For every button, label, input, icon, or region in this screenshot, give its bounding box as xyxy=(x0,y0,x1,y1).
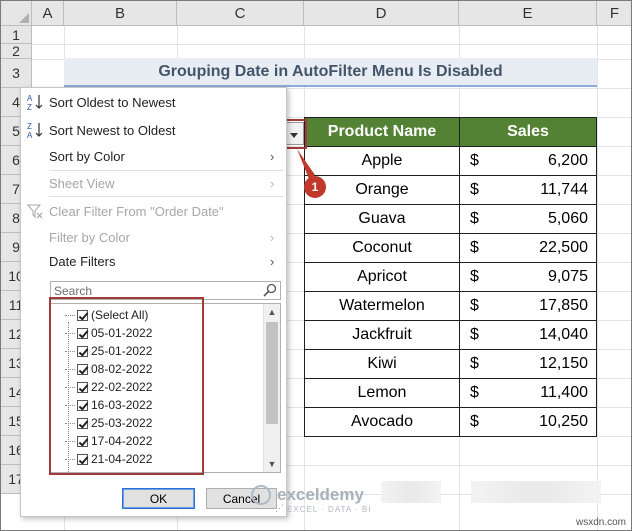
sales-cell[interactable]: $5,060 xyxy=(459,204,597,234)
menu-clear-filter: Clear Filter From "Order Date" xyxy=(21,199,286,223)
column-header-a[interactable]: A xyxy=(32,1,64,26)
scroll-up-icon[interactable]: ▲ xyxy=(264,304,280,320)
currency-symbol: $ xyxy=(470,413,479,430)
row-header[interactable]: 1 xyxy=(1,26,32,44)
menu-filter-by-color: Filter by Color › xyxy=(21,225,286,249)
sales-value: 9,075 xyxy=(547,268,588,285)
search-icon xyxy=(263,283,277,297)
chevron-right-icon: › xyxy=(270,229,275,245)
sales-cell[interactable]: $10,250 xyxy=(459,407,597,437)
sales-cell[interactable]: $22,500 xyxy=(459,233,597,263)
menu-sheet-view-label: Sheet View xyxy=(49,175,115,191)
search-placeholder: Search xyxy=(54,283,93,298)
chevron-right-icon: › xyxy=(270,148,275,164)
product-cell[interactable]: Coconut xyxy=(304,233,460,263)
currency-symbol: $ xyxy=(470,384,479,401)
sales-cell[interactable]: $12,150 xyxy=(459,349,597,379)
svg-text:Z: Z xyxy=(27,122,32,131)
product-cell[interactable]: Lemon xyxy=(304,378,460,408)
site-credit: wsxdn.com xyxy=(576,517,627,528)
sales-value: 17,850 xyxy=(539,297,588,314)
menu-clear-filter-label: Clear Filter From "Order Date" xyxy=(49,203,224,219)
menu-date-filters[interactable]: Date Filters › xyxy=(21,249,286,273)
watermark-name: exceldemy xyxy=(277,485,364,504)
product-cell[interactable]: Guava xyxy=(304,204,460,234)
currency-symbol: $ xyxy=(470,210,479,227)
product-cell[interactable]: Avocado xyxy=(304,407,460,437)
svg-text:A: A xyxy=(27,131,33,139)
currency-symbol: $ xyxy=(470,355,479,372)
sales-cell[interactable]: $17,850 xyxy=(459,291,597,321)
svg-text:Z: Z xyxy=(27,103,32,111)
sales-value: 14,040 xyxy=(539,326,588,343)
header-sales[interactable]: Sales xyxy=(459,117,597,147)
sales-cell[interactable]: $14,040 xyxy=(459,320,597,350)
currency-symbol: $ xyxy=(470,326,479,343)
ok-button[interactable]: OK xyxy=(122,488,195,509)
currency-symbol: $ xyxy=(470,239,479,256)
sales-value: 12,150 xyxy=(539,355,588,372)
currency-symbol: $ xyxy=(470,152,479,169)
menu-sort-oldest[interactable]: AZ Sort Oldest to Newest xyxy=(21,90,286,114)
sales-value: 10,250 xyxy=(539,413,588,430)
watermark-tagline: EXCEL · DATA · BI xyxy=(287,505,372,514)
svg-text:A: A xyxy=(27,94,33,103)
sheet-title: Grouping Date in AutoFilter Menu Is Disa… xyxy=(64,58,597,87)
menu-filter-by-color-label: Filter by Color xyxy=(49,229,130,245)
menu-sort-newest-label: Sort Newest to Oldest xyxy=(49,122,176,138)
menu-sort-by-color-label: Sort by Color xyxy=(49,148,125,164)
list-scrollbar[interactable]: ▲ ▼ xyxy=(263,304,280,472)
product-cell[interactable]: Apricot xyxy=(304,262,460,292)
sales-value: 11,400 xyxy=(540,384,588,401)
menu-sheet-view: Sheet View › xyxy=(21,171,286,195)
date-list-highlight xyxy=(49,297,204,475)
product-cell[interactable]: Jackfruit xyxy=(304,320,460,350)
product-cell[interactable]: Watermelon xyxy=(304,291,460,321)
product-cell[interactable]: Orange xyxy=(304,175,460,205)
row-header[interactable]: 2 xyxy=(1,43,32,59)
scroll-down-icon[interactable]: ▼ xyxy=(264,456,280,472)
sales-cell[interactable]: $9,075 xyxy=(459,262,597,292)
menu-date-filters-label: Date Filters xyxy=(49,253,116,269)
callout-pointer xyxy=(297,149,315,179)
sales-value: 5,060 xyxy=(547,210,588,227)
sales-cell[interactable]: $6,200 xyxy=(459,146,597,176)
clear-filter-icon xyxy=(21,203,49,219)
spreadsheet-window: A B C D E F 1 2 3 4 5 6 7 8 9 10 11 12 13 14 15 16 17 Gr… xyxy=(0,0,632,531)
watermark-logo: exceldemy EXCEL · DATA · BI xyxy=(251,485,370,514)
header-product-name[interactable]: Product Name xyxy=(304,117,460,147)
currency-symbol: $ xyxy=(470,181,479,198)
column-header-c[interactable]: C xyxy=(177,1,304,26)
sales-cell[interactable]: $11,744 xyxy=(459,175,597,205)
chevron-right-icon: › xyxy=(270,175,275,191)
scroll-thumb[interactable] xyxy=(266,322,278,424)
product-cell[interactable]: Apple xyxy=(304,146,460,176)
column-header-d[interactable]: D xyxy=(304,1,459,26)
currency-symbol: $ xyxy=(470,297,479,314)
menu-sort-oldest-label: Sort Oldest to Newest xyxy=(49,94,176,110)
row-header[interactable]: 3 xyxy=(1,59,32,88)
currency-symbol: $ xyxy=(470,268,479,285)
sales-value: 22,500 xyxy=(539,239,588,256)
menu-sort-by-color[interactable]: Sort by Color › xyxy=(21,144,286,168)
exceldemy-logo-icon xyxy=(251,485,271,505)
column-header-e[interactable]: E xyxy=(459,1,597,26)
select-all-corner[interactable] xyxy=(1,1,32,26)
column-header-b[interactable]: B xyxy=(64,1,177,26)
sort-descending-icon: ZA xyxy=(21,121,49,139)
column-header-f[interactable]: F xyxy=(597,1,631,26)
product-cell[interactable]: Kiwi xyxy=(304,349,460,379)
chevron-right-icon: › xyxy=(270,253,275,269)
menu-sort-newest[interactable]: ZA Sort Newest to Oldest xyxy=(21,118,286,142)
sales-value: 11,744 xyxy=(540,181,588,198)
sales-value: 6,200 xyxy=(547,152,588,169)
sort-ascending-icon: AZ xyxy=(21,93,49,111)
sales-cell[interactable]: $11,400 xyxy=(459,378,597,408)
step-callout-badge: 1 xyxy=(304,176,326,198)
